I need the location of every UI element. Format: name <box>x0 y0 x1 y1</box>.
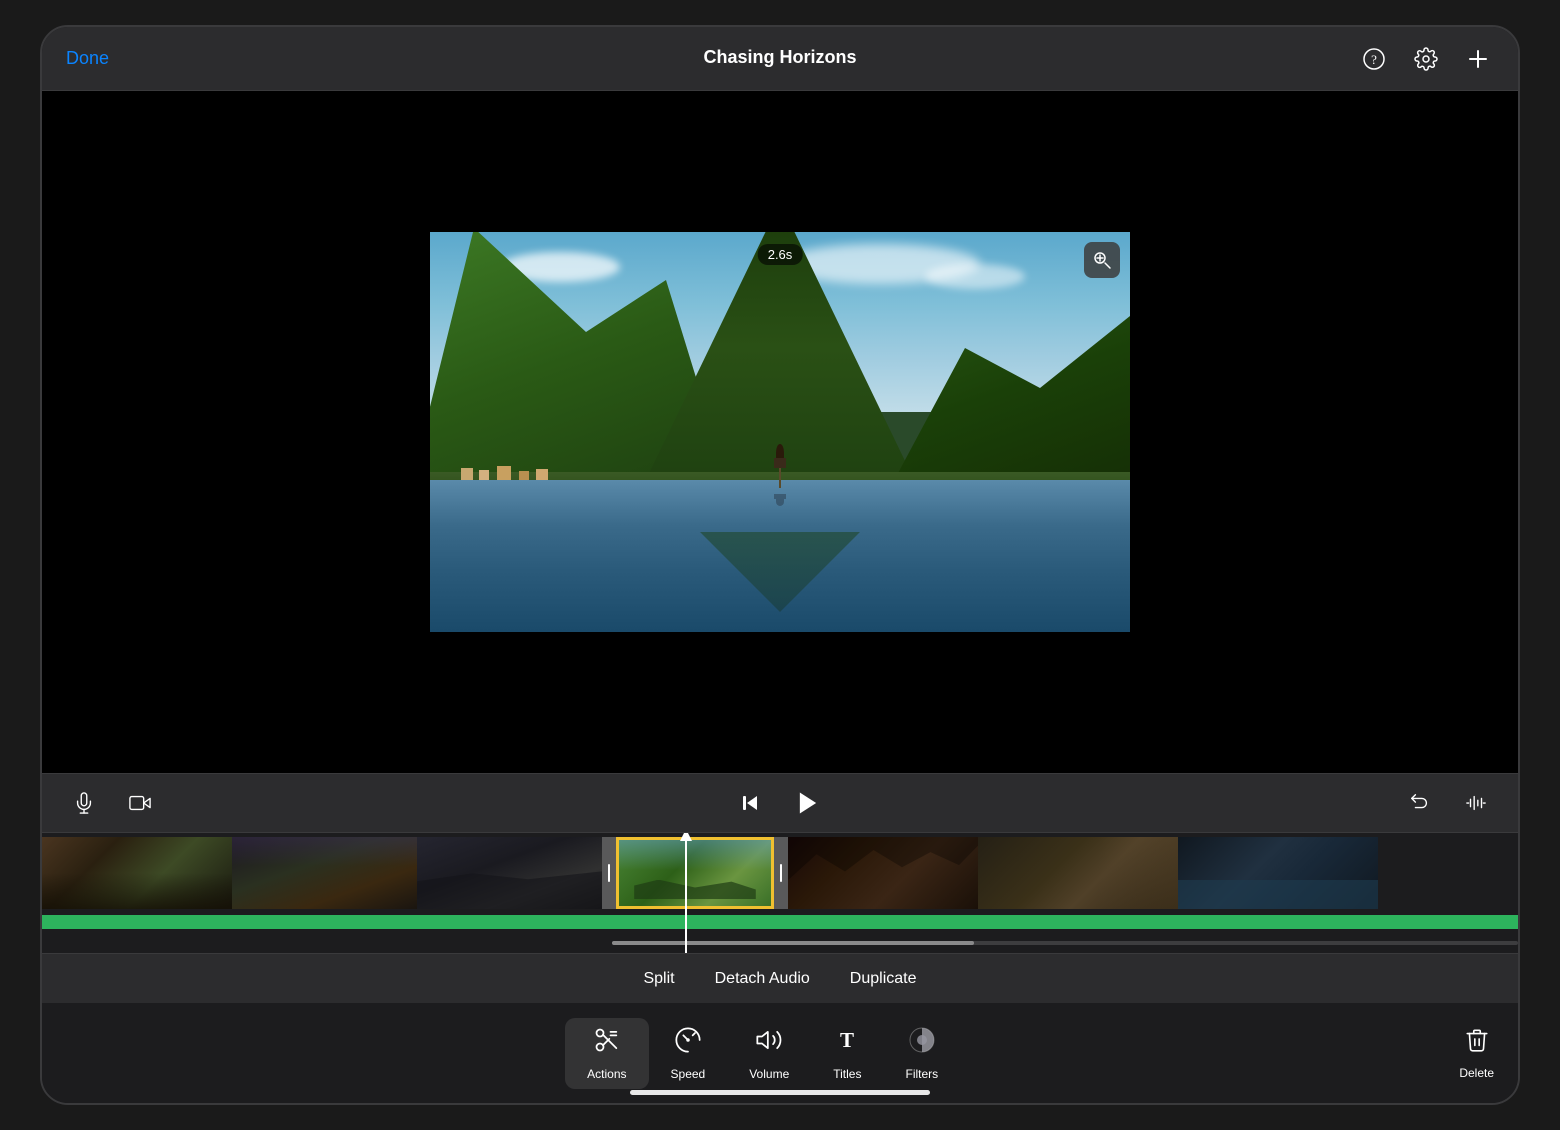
trash-icon <box>1464 1027 1490 1060</box>
delete-button[interactable]: Delete <box>1459 1027 1494 1080</box>
titles-tool[interactable]: T Titles <box>811 1018 883 1089</box>
volume-tool[interactable]: Volume <box>727 1018 811 1089</box>
clip-6[interactable] <box>978 837 1178 909</box>
context-menu-bar: Split Detach Audio Duplicate <box>42 953 1518 1003</box>
svg-text:T: T <box>840 1028 854 1052</box>
filters-tool[interactable]: Filters <box>883 1018 960 1089</box>
device-frame: Done Chasing Horizons ? <box>40 25 1520 1105</box>
gauge-icon <box>674 1026 702 1061</box>
zoom-button[interactable] <box>1084 242 1120 278</box>
done-button[interactable]: Done <box>66 48 109 68</box>
clip-selected[interactable] <box>616 837 774 909</box>
actions-label: Actions <box>587 1067 626 1081</box>
time-badge: 2.6s <box>758 244 803 265</box>
play-button[interactable] <box>788 783 828 823</box>
bottom-toolbar: Actions Speed <box>42 1003 1518 1103</box>
speaker-icon <box>755 1026 783 1061</box>
clip-right-handle[interactable] <box>774 837 788 909</box>
controls-right-group <box>1402 785 1494 821</box>
video-player: 2.6s <box>430 232 1130 632</box>
delete-label: Delete <box>1459 1066 1494 1080</box>
timeline-track <box>42 833 1518 913</box>
playhead[interactable] <box>685 833 687 953</box>
filters-icon <box>908 1026 936 1061</box>
header-left: Done <box>66 48 109 69</box>
add-button[interactable] <box>1462 43 1494 75</box>
camera-button[interactable] <box>122 785 158 821</box>
clip-5[interactable] <box>788 837 978 909</box>
clip-7[interactable] <box>1178 837 1378 909</box>
header-icons: ? <box>1358 43 1494 75</box>
audio-track <box>42 915 1518 929</box>
clip-3[interactable] <box>417 837 602 909</box>
duplicate-button[interactable]: Duplicate <box>850 970 917 988</box>
audio-wave-button[interactable] <box>1458 785 1494 821</box>
clip-2[interactable] <box>232 837 417 909</box>
figure-reflection <box>774 494 786 506</box>
titles-icon: T <box>833 1026 861 1061</box>
toolbar-tools: Actions Speed <box>66 1018 1459 1089</box>
scissors-icon <box>593 1026 621 1061</box>
home-indicator <box>630 1090 930 1095</box>
skip-back-button[interactable] <box>732 785 768 821</box>
timeline-scroll-thumb <box>612 941 974 945</box>
video-preview-area: 2.6s <box>42 91 1518 773</box>
timeline-area[interactable] <box>42 833 1518 953</box>
controls-left-group <box>66 785 158 821</box>
titles-label: Titles <box>833 1067 861 1081</box>
header-bar: Done Chasing Horizons ? <box>42 27 1518 91</box>
filters-label: Filters <box>905 1067 938 1081</box>
cloud-3 <box>925 264 1025 289</box>
undo-button[interactable] <box>1402 785 1438 821</box>
help-button[interactable]: ? <box>1358 43 1390 75</box>
volume-label: Volume <box>749 1067 789 1081</box>
actions-tool[interactable]: Actions <box>565 1018 648 1089</box>
village <box>451 462 651 480</box>
detach-audio-button[interactable]: Detach Audio <box>715 970 810 988</box>
svg-text:?: ? <box>1371 52 1377 67</box>
header-title: Chasing Horizons <box>703 47 856 68</box>
figure <box>774 444 786 488</box>
clip-1[interactable] <box>42 837 232 909</box>
microphone-button[interactable] <box>66 785 102 821</box>
speed-label: Speed <box>671 1067 706 1081</box>
split-button[interactable]: Split <box>643 970 674 988</box>
controls-bar <box>42 773 1518 833</box>
controls-center-group <box>158 783 1402 823</box>
speed-tool[interactable]: Speed <box>649 1018 728 1089</box>
timeline-scrollbar <box>612 941 1518 945</box>
settings-button[interactable] <box>1410 43 1442 75</box>
clip-left-handle[interactable] <box>602 837 616 909</box>
